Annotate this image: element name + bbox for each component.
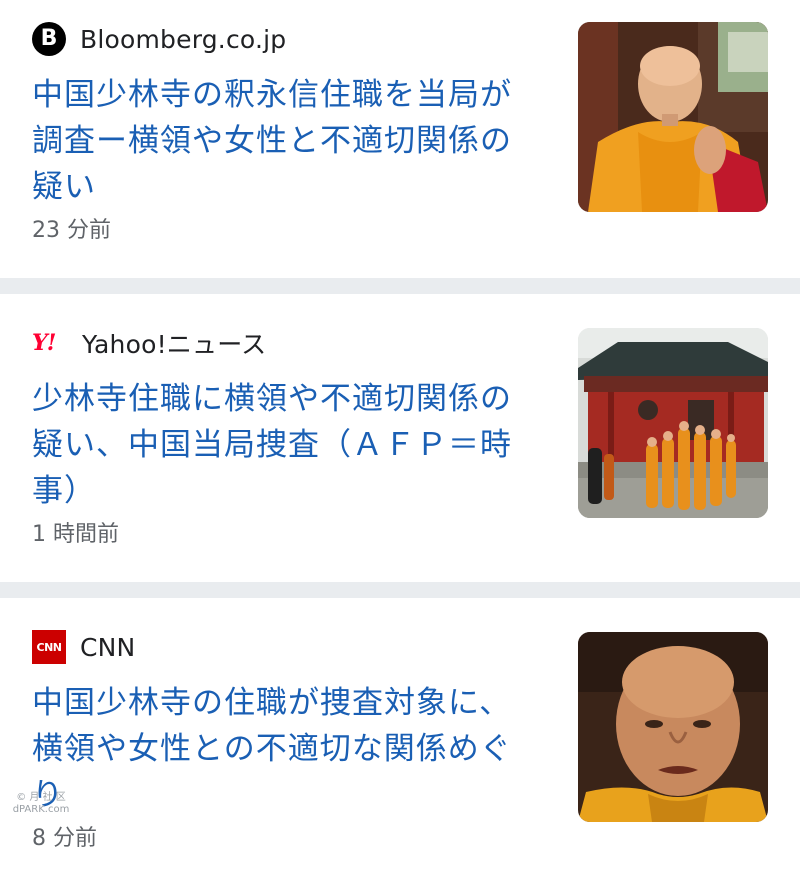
card-divider	[0, 582, 800, 598]
temple-procession-photo	[578, 328, 768, 518]
watermark-line: © 月 社 区	[16, 792, 66, 803]
headline-link[interactable]: 中国少林寺の釈永信住職を当局が調査ー横領や女性と不適切関係の疑い	[32, 72, 532, 210]
bloomberg-logo-icon: B	[32, 22, 66, 56]
headline-link[interactable]: 中国少林寺の住職が捜査対象に、横領や女性との不適切な関係めぐり	[32, 680, 532, 818]
watermark-line: dPARK.com	[12, 804, 70, 815]
news-card-yahoo[interactable]: Y! Yahoo!ニュース 少林寺住職に横領や不適切関係の疑い、中国当局捜査（Ａ…	[0, 294, 800, 582]
card-divider	[0, 278, 800, 294]
thumbnail-image[interactable]	[578, 632, 768, 822]
watermark: © 月 社 区 dPARK.com	[6, 792, 76, 816]
news-card-cnn[interactable]: CNN CNN 中国少林寺の住職が捜査対象に、横領や女性との不適切な関係めぐり …	[0, 598, 800, 870]
source-row: CNN CNN	[32, 630, 135, 664]
news-card-bloomberg[interactable]: B Bloomberg.co.jp 中国少林寺の釈永信住職を当局が調査ー横領や女…	[0, 0, 800, 278]
monk-praying-photo	[578, 22, 768, 212]
news-feed: B Bloomberg.co.jp 中国少林寺の釈永信住職を当局が調査ー横領や女…	[0, 0, 800, 870]
timestamp: 8 分前	[32, 826, 97, 851]
source-name: Yahoo!ニュース	[82, 330, 267, 359]
source-name: Bloomberg.co.jp	[80, 24, 287, 54]
timestamp: 1 時間前	[32, 522, 119, 547]
cnn-logo-icon: CNN	[32, 630, 66, 664]
monk-portrait-photo	[578, 632, 768, 822]
source-row: B Bloomberg.co.jp	[32, 22, 286, 56]
timestamp: 23 分前	[32, 218, 111, 243]
headline-link[interactable]: 少林寺住職に横領や不適切関係の疑い、中国当局捜査（ＡＦＰ＝時事）	[32, 376, 532, 514]
thumbnail-image[interactable]	[578, 328, 768, 518]
source-name: CNN	[80, 632, 136, 662]
source-row: Y! Yahoo!ニュース	[32, 326, 266, 360]
yahoo-logo-icon: Y!	[32, 330, 56, 356]
thumbnail-image[interactable]	[578, 22, 768, 212]
